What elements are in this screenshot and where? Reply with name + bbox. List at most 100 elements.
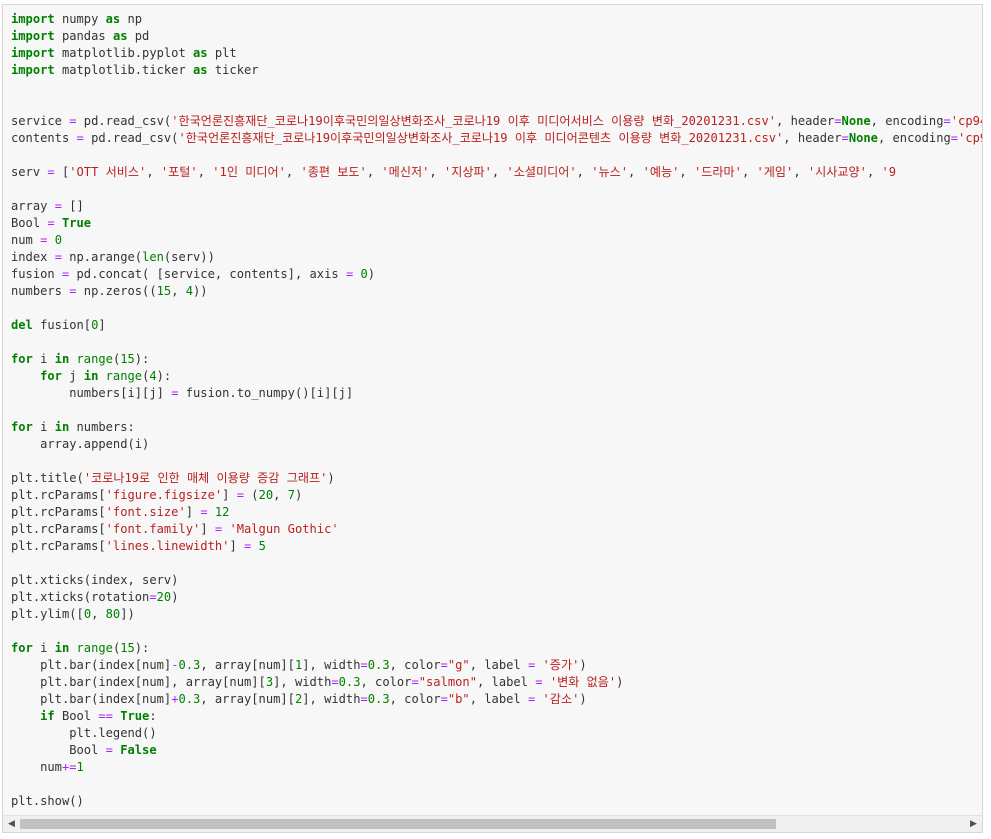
- code-token: ,: [576, 165, 592, 179]
- code-token: plt.bar(index[num]: [11, 658, 172, 672]
- code-token: '메신저': [381, 165, 430, 179]
- code-line: fusion = pd.concat( [service, contents],…: [11, 266, 982, 283]
- code-token: 15: [156, 284, 172, 298]
- code-line: plt.bar(index[num]-0.3, array[num][1], w…: [11, 657, 982, 674]
- code-token: '드라마': [693, 165, 742, 179]
- code-token: 'cp949': [950, 114, 982, 128]
- code-line: plt.rcParams['font.family'] = 'Malgun Go…: [11, 521, 982, 538]
- code-token: True: [61, 216, 92, 230]
- code-token: ,: [679, 165, 694, 179]
- code-token: in: [83, 369, 99, 383]
- code-token: ,: [628, 165, 643, 179]
- code-token: plt.rcParams[: [11, 522, 106, 536]
- code-token: numbers[i][j]: [11, 386, 172, 400]
- code-token: ): [579, 692, 587, 706]
- code-token: range: [76, 641, 113, 655]
- code-line: plt.xticks(index, serv): [11, 572, 982, 589]
- code-token: ,: [146, 165, 161, 179]
- code-cell[interactable]: import numpy as np import pandas as pd imp…: [2, 4, 983, 833]
- code-token: ticker: [207, 63, 259, 77]
- code-token: as: [112, 29, 128, 43]
- code-line: Bool = True: [11, 215, 982, 232]
- code-token: False: [120, 743, 157, 757]
- code-token: Bool: [11, 216, 48, 230]
- code-token: numbers: [11, 284, 70, 298]
- code-token: , array[num][: [200, 692, 295, 706]
- code-token: for: [40, 369, 62, 383]
- code-token: plt.bar(index[num]: [11, 692, 172, 706]
- code-token: 20: [258, 488, 274, 502]
- code-token: ):: [156, 369, 172, 383]
- code-line: plt.rcParams['font.size'] = 12: [11, 504, 982, 521]
- code-token: serv: [11, 165, 48, 179]
- code-token: in: [54, 352, 70, 366]
- code-token: 0: [360, 267, 368, 281]
- code-token: plt.bar(index[num], array[num][: [11, 675, 266, 689]
- code-line: serv = ['OTT 서비스', '포털', '1인 미디어', '종편 보…: [11, 164, 982, 181]
- code-token: ): [616, 675, 624, 689]
- horizontal-scrollbar[interactable]: ◀ ▶: [3, 815, 982, 832]
- code-token: ,: [491, 165, 507, 179]
- code-token: =: [105, 743, 113, 757]
- code-token: i: [32, 420, 55, 434]
- code-token: import: [11, 46, 55, 60]
- code-token: []: [61, 199, 84, 213]
- code-token: as: [193, 63, 208, 77]
- code-token: =: [76, 131, 84, 145]
- code-token: =: [535, 675, 543, 689]
- code-token: 20: [156, 590, 172, 604]
- code-token: for: [11, 641, 33, 655]
- code-line: for i in numbers:: [11, 419, 982, 436]
- code-editor[interactable]: import numpy as np import pandas as pd imp…: [11, 11, 982, 810]
- code-line: plt.bar(index[num]+0.3, array[num][2], w…: [11, 691, 982, 708]
- scroll-right-icon[interactable]: ▶: [965, 816, 982, 832]
- code-token: del: [11, 318, 33, 332]
- code-token: matplotlib.ticker: [54, 63, 194, 77]
- code-line: plt.legend(): [11, 725, 982, 742]
- code-line: numbers = np.zeros((15, 4)): [11, 283, 982, 300]
- code-token: num: [11, 233, 41, 247]
- code-line: plt.show(): [11, 793, 982, 810]
- code-token: "salmon": [418, 675, 477, 689]
- code-token: numpy: [54, 12, 106, 26]
- code-token: =: [411, 675, 419, 689]
- code-token: [: [54, 165, 70, 179]
- code-line: del fusion[0]: [11, 317, 982, 334]
- code-token: 'lines.linewidth': [105, 539, 230, 553]
- code-token: :: [149, 709, 157, 723]
- code-line: num = 0: [11, 232, 982, 249]
- code-token: matplotlib.pyplot: [54, 46, 194, 60]
- code-line: contents = pd.read_csv('한국언론진흥재단_코로나19이후…: [11, 130, 982, 147]
- scrollbar-thumb[interactable]: [20, 819, 776, 829]
- code-token: pd: [127, 29, 150, 43]
- code-token: , encoding: [877, 131, 951, 145]
- code-token: 'figure.figsize': [105, 488, 223, 502]
- code-token: =: [440, 692, 448, 706]
- code-token: , encoding: [870, 114, 944, 128]
- code-token: =: [69, 284, 77, 298]
- code-token: fusion.to_numpy()[i][j]: [178, 386, 354, 400]
- code-token: =: [360, 692, 368, 706]
- code-line: array.append(i): [11, 436, 982, 453]
- code-token: for: [11, 352, 33, 366]
- code-token: fusion[: [32, 318, 92, 332]
- code-token: , label: [477, 675, 536, 689]
- code-token: ,: [285, 165, 301, 179]
- code-line: service = pd.read_csv('한국언론진흥재단_코로나19이후국…: [11, 113, 982, 130]
- code-token: , color: [389, 658, 441, 672]
- code-token: plt.title(: [11, 471, 84, 485]
- code-token: 0: [83, 607, 92, 621]
- scroll-left-icon[interactable]: ◀: [3, 816, 20, 832]
- code-token: , header: [776, 114, 835, 128]
- code-token: ,: [793, 165, 808, 179]
